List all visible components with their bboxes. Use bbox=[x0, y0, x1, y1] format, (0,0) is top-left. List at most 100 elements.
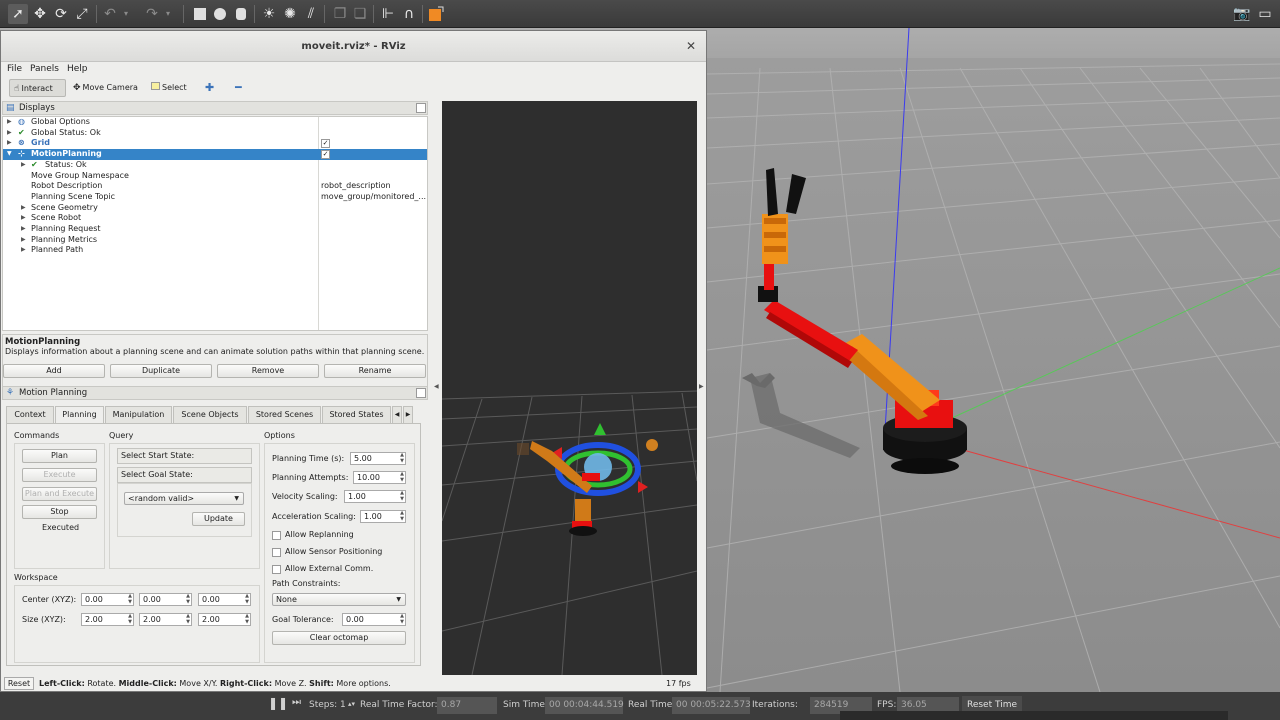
sphere-icon[interactable] bbox=[210, 4, 230, 24]
box-icon[interactable] bbox=[190, 4, 210, 24]
steps-spin-icon[interactable]: ▴▾ bbox=[348, 700, 355, 708]
tree-row-grid[interactable]: ▶ ⊗ Grid ✓ bbox=[3, 138, 427, 149]
record-icon[interactable]: ▭ bbox=[1255, 4, 1275, 24]
expand-arrow-icon[interactable]: ▶ bbox=[21, 203, 26, 214]
start-state-selector[interactable]: Select Start State: bbox=[117, 448, 252, 464]
move-camera-tool-button[interactable]: ✥ Move Camera bbox=[69, 79, 141, 97]
plan-button[interactable]: Plan bbox=[22, 449, 97, 463]
acceleration-scaling-spinbox[interactable]: 1.00 ▲ ▼ bbox=[360, 510, 406, 523]
expand-arrow-icon[interactable]: ▶ bbox=[7, 138, 12, 149]
tab-scroll-right-icon[interactable]: ▶ bbox=[403, 406, 413, 423]
spin-arrows-icon[interactable]: ▲ ▼ bbox=[400, 490, 404, 502]
expand-arrow-icon[interactable]: ▶ bbox=[21, 235, 26, 246]
tree-value[interactable]: move_group/monitored_... bbox=[321, 192, 427, 203]
snap-icon[interactable]: ∩ bbox=[399, 4, 419, 24]
expand-arrow-icon[interactable]: ▶ bbox=[21, 245, 26, 256]
spin-arrows-icon[interactable]: ▲ ▼ bbox=[400, 510, 404, 522]
remove-button[interactable]: Remove bbox=[217, 364, 319, 378]
menu-panels[interactable]: Panels bbox=[30, 64, 59, 74]
undo-icon[interactable]: ↶ bbox=[100, 4, 120, 24]
stop-button[interactable]: Stop bbox=[22, 505, 97, 519]
spin-arrows-icon[interactable]: ▲ ▼ bbox=[400, 452, 404, 464]
tab-planning[interactable]: Planning bbox=[55, 406, 104, 424]
center-y-spinbox[interactable]: 0.00 ▲ ▼ bbox=[139, 593, 192, 606]
close-icon[interactable]: ✕ bbox=[686, 31, 696, 62]
update-button[interactable]: Update bbox=[192, 512, 245, 526]
size-x-spinbox[interactable]: 2.00 ▲ ▼ bbox=[81, 613, 134, 626]
clear-octomap-button[interactable]: Clear octomap bbox=[272, 631, 406, 645]
allow-sensor-positioning-checkbox[interactable] bbox=[272, 548, 281, 557]
spin-arrows-icon[interactable]: ▲ ▼ bbox=[400, 613, 404, 625]
expand-arrow-icon[interactable]: ▶ bbox=[7, 128, 12, 139]
center-z-spinbox[interactable]: 0.00 ▲ ▼ bbox=[198, 593, 251, 606]
tab-stored-states[interactable]: Stored States bbox=[322, 406, 391, 423]
allow-replanning-checkbox[interactable] bbox=[272, 531, 281, 540]
remove-tool-icon[interactable]: ━ bbox=[231, 79, 249, 97]
tree-row-robot-description[interactable]: Robot Description robot_description bbox=[3, 181, 427, 192]
execute-button[interactable]: Execute bbox=[22, 468, 97, 482]
paste-icon[interactable]: ❏ bbox=[350, 4, 370, 24]
goal-tolerance-spinbox[interactable]: 0.00 ▲ ▼ bbox=[342, 613, 406, 626]
tree-row-global-options[interactable]: ▶ ◍ Global Options bbox=[3, 117, 427, 128]
float-panel-icon[interactable] bbox=[416, 388, 426, 398]
velocity-scaling-spinbox[interactable]: 1.00 ▲ ▼ bbox=[344, 490, 406, 503]
rviz-3d-view[interactable] bbox=[442, 101, 697, 675]
tree-row-scene-geometry[interactable]: ▶ Scene Geometry bbox=[3, 203, 427, 214]
spin-arrows-icon[interactable]: ▲ ▼ bbox=[400, 471, 404, 483]
menu-file[interactable]: File bbox=[7, 64, 22, 74]
spin-arrows-icon[interactable]: ▲ ▼ bbox=[128, 613, 132, 625]
duplicate-button[interactable]: Duplicate bbox=[110, 364, 212, 378]
rotate-icon[interactable]: ⟳ bbox=[51, 4, 71, 24]
size-y-spinbox[interactable]: 2.00 ▲ ▼ bbox=[139, 613, 192, 626]
select-arrow-icon[interactable]: ➚ bbox=[8, 4, 28, 24]
directional-light-icon[interactable]: ⫽ bbox=[301, 4, 321, 24]
goal-state-combo[interactable]: <random valid> ▼ bbox=[124, 492, 244, 505]
steps-value[interactable]: 1 bbox=[340, 700, 346, 710]
copy-icon[interactable]: ❐ bbox=[330, 4, 350, 24]
tree-row-global-status[interactable]: ▶ ✔ Global Status: Ok bbox=[3, 128, 427, 139]
spin-arrows-icon[interactable]: ▲ ▼ bbox=[186, 593, 190, 605]
tab-manipulation[interactable]: Manipulation bbox=[105, 406, 172, 423]
tree-row-move-group-namespace[interactable]: Move Group Namespace bbox=[3, 171, 427, 182]
spin-arrows-icon[interactable]: ▲ ▼ bbox=[128, 593, 132, 605]
select-tool-button[interactable]: Select bbox=[147, 79, 191, 97]
undo-dropdown-icon[interactable]: ▾ bbox=[120, 4, 132, 24]
rename-button[interactable]: Rename bbox=[324, 364, 426, 378]
motion-planning-enabled-checkbox[interactable]: ✓ bbox=[321, 150, 330, 160]
tree-row-motion-planning[interactable]: ▼ ⊹ MotionPlanning ✓ bbox=[3, 149, 427, 160]
tree-row-planning-scene-topic[interactable]: Planning Scene Topic move_group/monitore… bbox=[3, 192, 427, 203]
collapse-left-icon[interactable]: ◀ bbox=[434, 383, 439, 390]
align-icon[interactable]: ⊩ bbox=[378, 4, 398, 24]
horizontal-scrollbar[interactable] bbox=[840, 711, 1228, 720]
redo-dropdown-icon[interactable]: ▾ bbox=[162, 4, 174, 24]
path-constraints-combo[interactable]: None ▼ bbox=[272, 593, 406, 606]
add-tool-icon[interactable]: ✚ bbox=[201, 79, 217, 97]
spin-arrows-icon[interactable]: ▲ ▼ bbox=[245, 593, 249, 605]
planning-time-spinbox[interactable]: 5.00 ▲ ▼ bbox=[350, 452, 406, 465]
size-z-spinbox[interactable]: 2.00 ▲ ▼ bbox=[198, 613, 251, 626]
collapse-arrow-icon[interactable]: ▼ bbox=[7, 149, 12, 160]
tree-row-scene-robot[interactable]: ▶ Scene Robot bbox=[3, 213, 427, 224]
screenshot-icon[interactable]: 📷 bbox=[1232, 4, 1252, 24]
tree-row-planned-path[interactable]: ▶ Planned Path bbox=[3, 245, 427, 256]
collapse-right-icon[interactable]: ▶ bbox=[699, 383, 704, 390]
cylinder-icon[interactable] bbox=[231, 4, 251, 24]
spin-arrows-icon[interactable]: ▲ ▼ bbox=[186, 613, 190, 625]
grid-enabled-checkbox[interactable]: ✓ bbox=[321, 139, 330, 149]
tree-row-planning-request[interactable]: ▶ Planning Request bbox=[3, 224, 427, 235]
menu-help[interactable]: Help bbox=[67, 64, 88, 74]
spin-arrows-icon[interactable]: ▲ ▼ bbox=[245, 613, 249, 625]
planning-attempts-spinbox[interactable]: 10.00 ▲ ▼ bbox=[353, 471, 406, 484]
expand-arrow-icon[interactable]: ▶ bbox=[21, 213, 26, 224]
tree-row-planning-metrics[interactable]: ▶ Planning Metrics bbox=[3, 235, 427, 246]
point-light-icon[interactable]: ☀ bbox=[259, 4, 279, 24]
interact-tool-button[interactable]: ☝ Interact bbox=[9, 79, 66, 97]
change-color-icon[interactable] bbox=[426, 4, 446, 24]
tab-scene-objects[interactable]: Scene Objects bbox=[173, 406, 247, 423]
float-panel-icon[interactable] bbox=[416, 103, 426, 113]
add-button[interactable]: Add bbox=[3, 364, 105, 378]
redo-icon[interactable]: ↷ bbox=[142, 4, 162, 24]
scale-icon[interactable]: ⤢ bbox=[72, 4, 92, 24]
goal-state-selector[interactable]: Select Goal State: bbox=[117, 467, 252, 483]
pause-icon[interactable]: ❚❚ bbox=[268, 696, 288, 710]
